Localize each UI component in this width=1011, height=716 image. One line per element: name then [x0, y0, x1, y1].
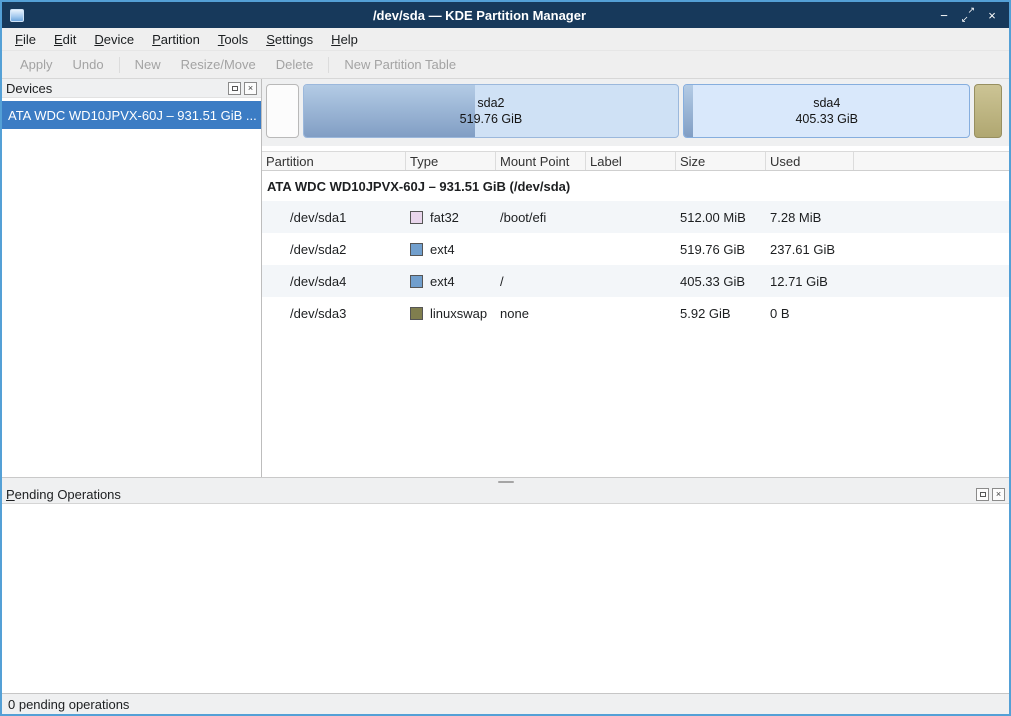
- resize-move-button[interactable]: Resize/Move: [171, 54, 266, 75]
- devices-panel: Devices × ATA WDC WD10JPVX-60J – 931.51 …: [2, 79, 262, 477]
- table-row[interactable]: /dev/sda1 fat32 /boot/efi 512.00 MiB 7.2…: [262, 201, 1009, 233]
- type-cell: ext4: [406, 242, 496, 257]
- column-header-partition[interactable]: Partition: [262, 152, 406, 170]
- type-cell: ext4: [406, 274, 496, 289]
- table-row[interactable]: /dev/sda4 ext4 / 405.33 GiB 12.71 GiB: [262, 265, 1009, 297]
- content-area: sda2 519.76 GiB sda4 405.33 GiB: [262, 79, 1009, 477]
- table-row[interactable]: /dev/sda3 linuxswap none 5.92 GiB 0 B: [262, 297, 1009, 329]
- statusbar: 0 pending operations: [2, 693, 1009, 714]
- app-window: /dev/sda — KDE Partition Manager − × Fil…: [0, 0, 1011, 716]
- column-header-type[interactable]: Type: [406, 152, 496, 170]
- device-list-item[interactable]: ATA WDC WD10JPVX-60J – 931.51 GiB ...: [2, 101, 261, 129]
- size-cell: 5.92 GiB: [676, 306, 766, 321]
- used-cell: 12.71 GiB: [766, 274, 854, 289]
- disk-group-header[interactable]: ATA WDC WD10JPVX-60J – 931.51 GiB (/dev/…: [262, 171, 1009, 201]
- partition-segment-sda1[interactable]: [266, 84, 299, 138]
- column-header-mount-point[interactable]: Mount Point: [496, 152, 586, 170]
- partition-table: Partition Type Mount Point Label Size Us…: [262, 151, 1009, 477]
- pending-operations-header: Pending Operations ×: [2, 485, 1009, 504]
- main-area: Devices × ATA WDC WD10JPVX-60J – 931.51 …: [2, 79, 1009, 477]
- partition-name-cell: /dev/sda3: [262, 306, 406, 321]
- filesystem-color-swatch: [410, 243, 423, 256]
- disk-partition-bar: sda2 519.76 GiB sda4 405.33 GiB: [266, 84, 1005, 138]
- table-row[interactable]: /dev/sda2 ext4 519.76 GiB 237.61 GiB: [262, 233, 1009, 265]
- column-header-label[interactable]: Label: [586, 152, 676, 170]
- column-header-size[interactable]: Size: [676, 152, 766, 170]
- type-cell: fat32: [406, 210, 496, 225]
- new-partition-table-button[interactable]: New Partition Table: [334, 54, 466, 75]
- used-cell: 0 B: [766, 306, 854, 321]
- filesystem-color-swatch: [410, 275, 423, 288]
- partition-name-cell: /dev/sda2: [262, 242, 406, 257]
- pending-operations-count: 0 pending operations: [8, 697, 129, 712]
- toolbar-separator: [119, 57, 120, 73]
- pending-float-button[interactable]: [976, 488, 989, 501]
- window-controls: − ×: [935, 6, 1001, 24]
- float-icon: [232, 86, 238, 91]
- size-cell: 519.76 GiB: [676, 242, 766, 257]
- filesystem-type: ext4: [430, 274, 455, 289]
- menu-help[interactable]: Help: [322, 30, 367, 49]
- apply-button[interactable]: Apply: [10, 54, 63, 75]
- pending-close-button[interactable]: ×: [992, 488, 1005, 501]
- column-header-used[interactable]: Used: [766, 152, 854, 170]
- filesystem-type: ext4: [430, 242, 455, 257]
- used-cell: 237.61 GiB: [766, 242, 854, 257]
- new-button[interactable]: New: [125, 54, 171, 75]
- window-title: /dev/sda — KDE Partition Manager: [24, 8, 935, 23]
- partition-name-cell: /dev/sda4: [262, 274, 406, 289]
- minimize-button[interactable]: −: [935, 6, 953, 24]
- close-button[interactable]: ×: [983, 6, 1001, 24]
- devices-close-button[interactable]: ×: [244, 82, 257, 95]
- menu-tools[interactable]: Tools: [209, 30, 257, 49]
- mount-point-cell: /boot/efi: [496, 210, 586, 225]
- type-cell: linuxswap: [406, 306, 496, 321]
- filesystem-color-swatch: [410, 307, 423, 320]
- size-cell: 405.33 GiB: [676, 274, 766, 289]
- partition-segment-sda4[interactable]: sda4 405.33 GiB: [683, 84, 970, 138]
- filesystem-type: linuxswap: [430, 306, 487, 321]
- size-cell: 512.00 MiB: [676, 210, 766, 225]
- splitter-handle-icon: [498, 481, 514, 483]
- toolbar: Apply Undo New Resize/Move Delete New Pa…: [2, 51, 1009, 79]
- pending-operations-list: [2, 504, 1009, 693]
- menu-partition[interactable]: Partition: [143, 30, 209, 49]
- toolbar-separator: [328, 57, 329, 73]
- pending-operations-title: Pending Operations: [6, 487, 973, 502]
- menu-settings[interactable]: Settings: [257, 30, 322, 49]
- app-icon: [10, 9, 24, 22]
- menu-edit[interactable]: Edit: [45, 30, 85, 49]
- delete-button[interactable]: Delete: [266, 54, 324, 75]
- partition-segment-sda3[interactable]: [974, 84, 1002, 138]
- devices-panel-title: Devices: [6, 81, 225, 96]
- disk-visual-container: sda2 519.76 GiB sda4 405.33 GiB: [262, 79, 1009, 146]
- titlebar: /dev/sda — KDE Partition Manager − ×: [2, 2, 1009, 28]
- partition-segment-label: sda4 405.33 GiB: [684, 85, 969, 137]
- menu-file[interactable]: File: [6, 30, 45, 49]
- undo-button[interactable]: Undo: [63, 54, 114, 75]
- mount-point-cell: none: [496, 306, 586, 321]
- menubar: File Edit Device Partition Tools Setting…: [2, 28, 1009, 51]
- devices-float-button[interactable]: [228, 82, 241, 95]
- menu-device[interactable]: Device: [85, 30, 143, 49]
- filesystem-color-swatch: [410, 211, 423, 224]
- filesystem-type: fat32: [430, 210, 459, 225]
- partition-name-cell: /dev/sda1: [262, 210, 406, 225]
- used-cell: 7.28 MiB: [766, 210, 854, 225]
- maximize-button[interactable]: [959, 6, 977, 24]
- partition-segment-label: [267, 85, 298, 137]
- float-icon: [980, 492, 986, 497]
- horizontal-splitter[interactable]: [2, 477, 1009, 485]
- maximize-icon: [962, 9, 974, 21]
- devices-dock-header: Devices ×: [2, 79, 261, 98]
- column-header-filler: [854, 152, 1009, 170]
- mount-point-cell: /: [496, 274, 586, 289]
- partition-segment-label: [975, 85, 1001, 137]
- table-header-row: Partition Type Mount Point Label Size Us…: [262, 151, 1009, 171]
- partition-segment-label: sda2 519.76 GiB: [304, 85, 679, 137]
- partition-segment-sda2[interactable]: sda2 519.76 GiB: [303, 84, 680, 138]
- table-empty-area: [262, 329, 1009, 477]
